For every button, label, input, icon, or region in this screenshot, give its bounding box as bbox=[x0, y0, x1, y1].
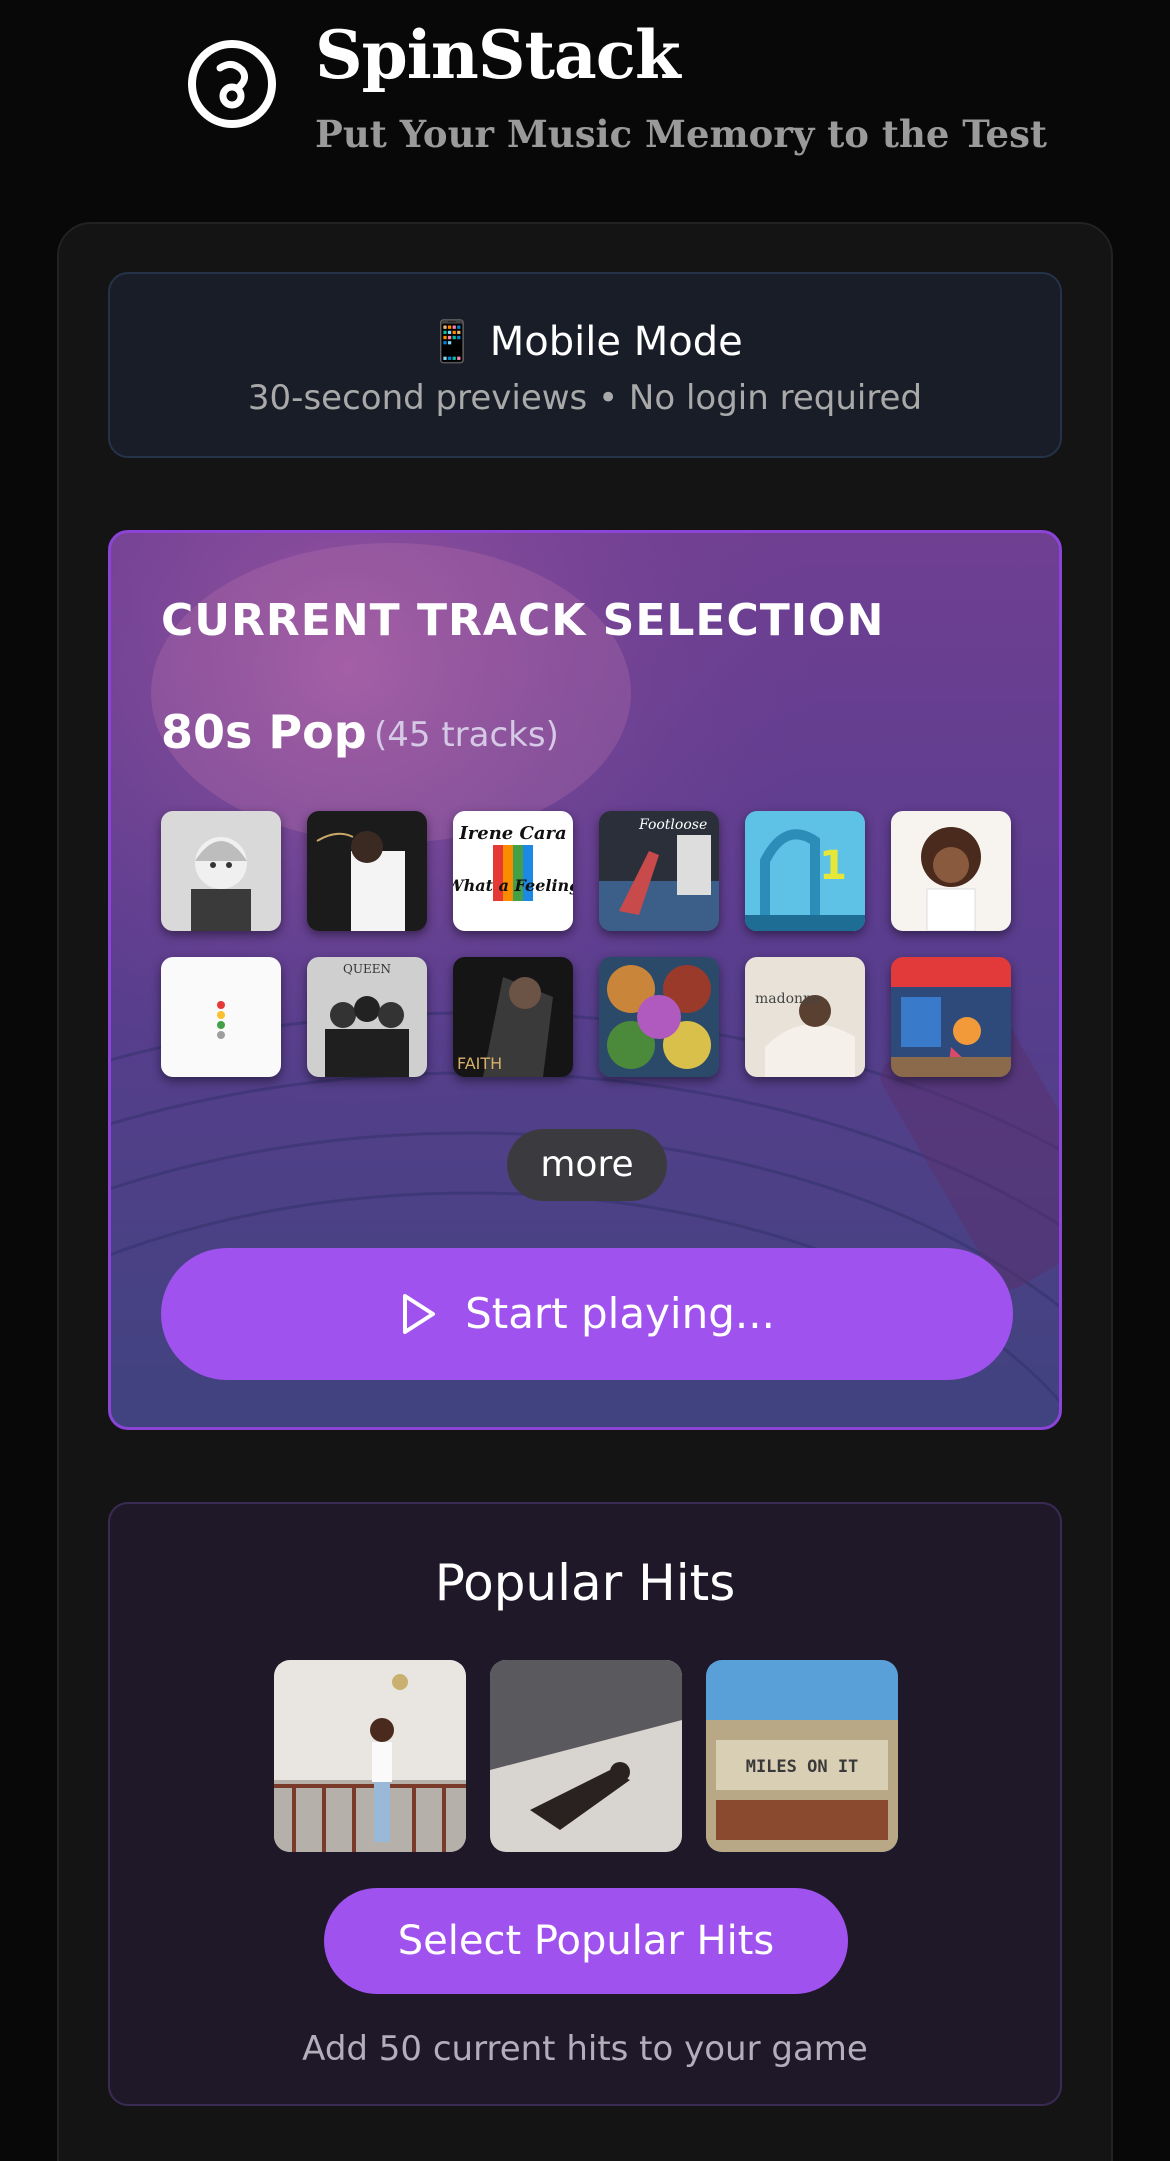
play-icon bbox=[403, 1294, 436, 1334]
mobile-mode-banner: 📱 Mobile Mode 30-second previews • No lo… bbox=[108, 272, 1062, 458]
popular-hits-covers: MILES ON IT bbox=[274, 1660, 898, 1852]
hit-cover-1 bbox=[274, 1660, 466, 1852]
app-header: SpinStack Put Your Music Memory to the T… bbox=[0, 0, 1170, 200]
current-selection-card: CURRENT TRACK SELECTION 80s Pop (45 trac… bbox=[108, 530, 1062, 1430]
popular-hits-caption: Add 50 current hits to your game bbox=[302, 2029, 868, 2069]
phone-icon: 📱 bbox=[427, 319, 478, 365]
popular-hits-card: Popular Hits MILES ON IT Select Popular … bbox=[108, 1502, 1062, 2106]
playlist-name: 80s Pop bbox=[161, 705, 367, 759]
app-subtitle: Put Your Music Memory to the Test bbox=[315, 112, 1048, 156]
mobile-mode-label: Mobile Mode bbox=[489, 319, 743, 365]
album-cover-grid: Irene Cara What a Feeling Footloose 1 QUE… bbox=[161, 811, 1021, 1077]
disc-icon bbox=[188, 40, 276, 128]
svg-text:1: 1 bbox=[819, 843, 847, 889]
hit-cover-miles-on-it: MILES ON IT bbox=[706, 1660, 898, 1852]
album-cover-madonna bbox=[161, 811, 281, 931]
start-playing-label: Start playing... bbox=[465, 1289, 775, 1338]
album-cover-thriller bbox=[307, 811, 427, 931]
select-popular-hits-button[interactable]: Select Popular Hits bbox=[324, 1888, 848, 1994]
popular-hits-title: Popular Hits bbox=[434, 1554, 736, 1612]
app-title: SpinStack bbox=[315, 16, 681, 94]
svg-text:QUEEN: QUEEN bbox=[343, 962, 391, 976]
svg-text:Footloose: Footloose bbox=[638, 817, 707, 833]
hit-cover-2 bbox=[490, 1660, 682, 1852]
album-cover-footloose: Footloose bbox=[599, 811, 719, 931]
svg-text:Irene Cara: Irene Cara bbox=[458, 823, 566, 844]
album-cover-cyndi-lauper bbox=[891, 957, 1011, 1077]
album-cover-soundtrack-1: 1 bbox=[745, 811, 865, 931]
svg-text:What a Feeling: What a Feeling bbox=[453, 876, 573, 895]
svg-text:MILES ON IT: MILES ON IT bbox=[746, 1757, 859, 1777]
album-cover-elton-john bbox=[161, 957, 281, 1077]
svg-text:FAITH: FAITH bbox=[457, 1054, 502, 1073]
section-label: CURRENT TRACK SELECTION bbox=[161, 595, 885, 646]
album-cover-whitney bbox=[891, 811, 1011, 931]
album-cover-culture-club bbox=[599, 957, 719, 1077]
album-cover-irene-cara: Irene Cara What a Feeling bbox=[453, 811, 573, 931]
more-button[interactable]: more bbox=[507, 1129, 667, 1201]
mobile-mode-title: 📱 Mobile Mode bbox=[110, 314, 1060, 370]
start-playing-button[interactable]: Start playing... bbox=[161, 1248, 1013, 1380]
album-cover-like-a-virgin: madonna bbox=[745, 957, 865, 1077]
album-cover-faith: FAITH bbox=[453, 957, 573, 1077]
svg-text:madonna: madonna bbox=[755, 991, 820, 1007]
track-count: (45 tracks) bbox=[374, 715, 559, 755]
mobile-mode-subtitle: 30-second previews • No login required bbox=[247, 378, 923, 418]
album-cover-queen: QUEEN bbox=[307, 957, 427, 1077]
